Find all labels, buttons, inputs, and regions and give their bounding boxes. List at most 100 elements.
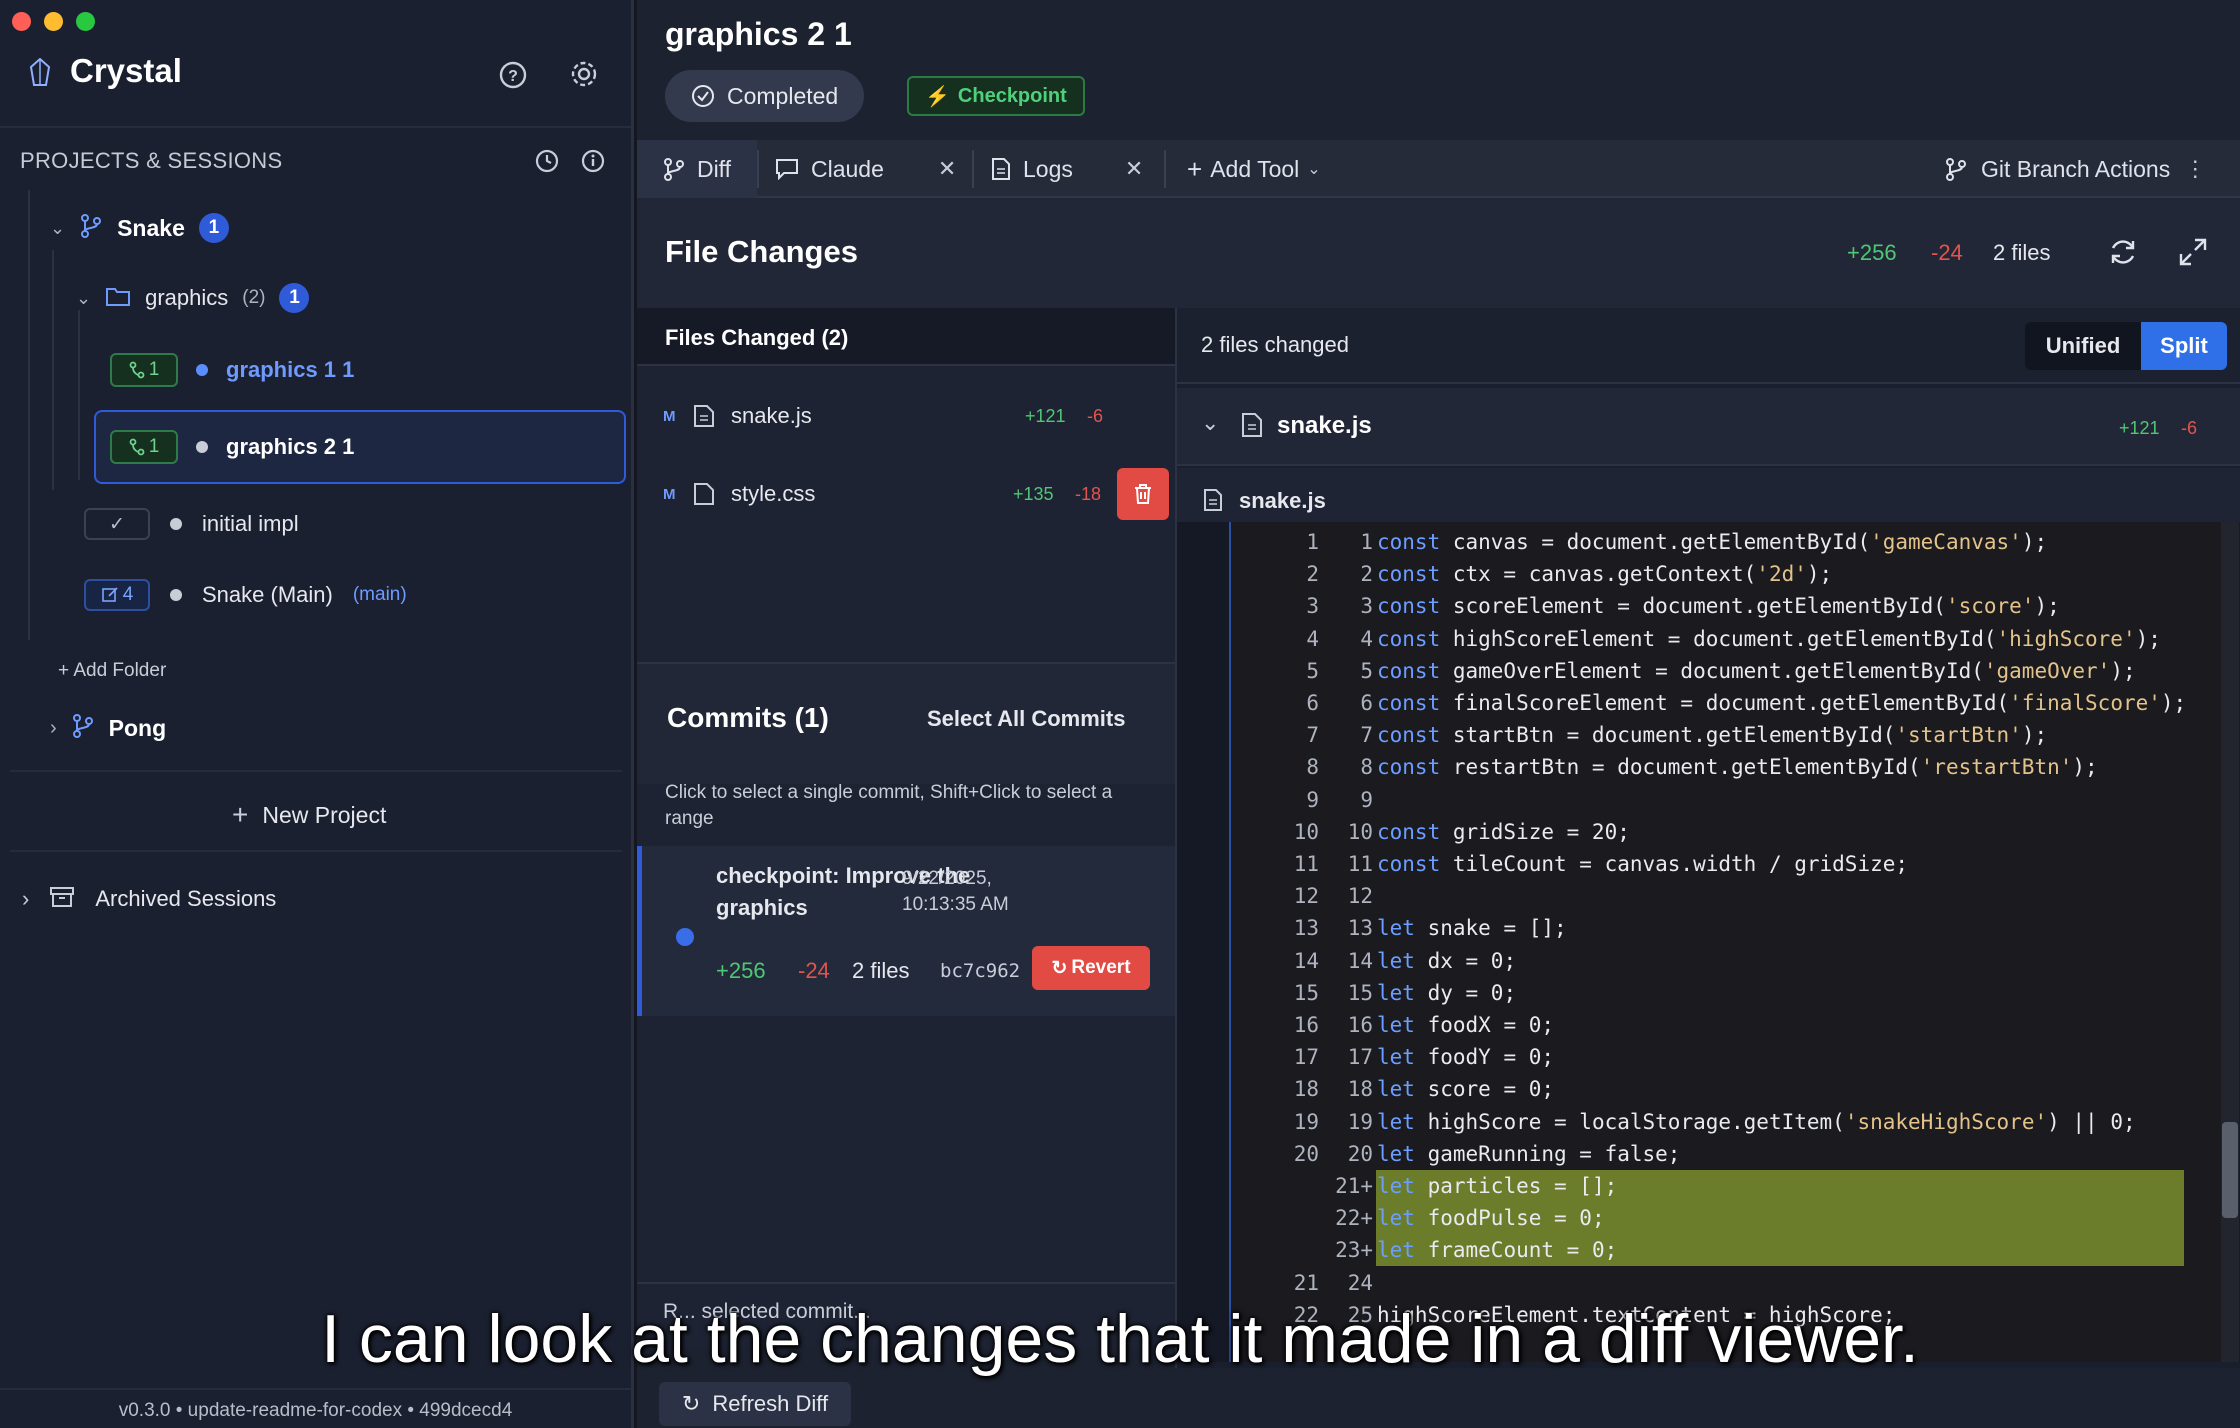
- session-initial-impl[interactable]: ✓ initial impl: [84, 506, 299, 542]
- more-vertical-icon[interactable]: ⋮: [2184, 156, 2206, 182]
- main-branch-label: (main): [352, 584, 407, 605]
- diff-file-additions: +121: [2119, 418, 2160, 438]
- git-branch-actions-button[interactable]: Git Branch Actions ⋮: [1945, 140, 2206, 198]
- refresh-icon: ↻: [681, 1391, 701, 1416]
- refresh-diff-label: Refresh Diff: [712, 1391, 829, 1416]
- diff-file-header[interactable]: ⌄ snake.js +121 -6: [1177, 388, 2240, 466]
- info-icon[interactable]: [578, 146, 608, 176]
- project-pong[interactable]: › Pong: [50, 710, 166, 746]
- crystal-logo-icon: [26, 56, 54, 90]
- session-graphics-2-1[interactable]: 1 graphics 2 1: [110, 429, 354, 465]
- add-tool-button[interactable]: + Add Tool ⌄: [1187, 140, 1321, 198]
- close-tab-icon[interactable]: ✕: [938, 156, 956, 182]
- session-status-dot: [196, 364, 208, 376]
- project-snake[interactable]: ⌄ Snake 1: [50, 210, 229, 246]
- commit-item[interactable]: checkpoint: Improve the graphics 9/22/20…: [637, 846, 1175, 1016]
- code-text: const scoreElement = document.getElement…: [1377, 594, 2060, 619]
- folder-name: graphics: [145, 285, 229, 310]
- tab-claude[interactable]: Claude ✕: [775, 140, 956, 198]
- diff-scrollbar[interactable]: [2221, 522, 2239, 1362]
- diff-line: 17 17 let foodY = 0;: [1177, 1041, 2240, 1073]
- version-footer: v0.3.0 • update-readme-for-codex • 499dc…: [118, 1400, 513, 1421]
- file-item-style-css[interactable]: M style.css +135 -18: [663, 468, 1169, 520]
- session-tag-number: 4: [122, 584, 134, 605]
- expand-icon[interactable]: [2177, 236, 2209, 273]
- select-all-commits-button[interactable]: Select All Commits: [927, 706, 1125, 732]
- revert-button[interactable]: ↻ Revert: [1032, 946, 1150, 990]
- project-name: Pong: [108, 714, 167, 741]
- folder-graphics[interactable]: ⌄ graphics (2) 1: [76, 280, 310, 316]
- new-line-number: 11: [1347, 852, 1373, 876]
- zoom-window-button[interactable]: [76, 12, 95, 31]
- diff-line: 18 18 let score = 0;: [1177, 1073, 2240, 1105]
- diff-scrollbar-thumb[interactable]: [2222, 1122, 2238, 1218]
- session-name: Snake (Main): [202, 582, 333, 607]
- modified-status: M: [663, 485, 676, 503]
- projects-sessions-heading: PROJECTS & SESSIONS: [20, 148, 283, 173]
- file-changes-header: File Changes +256 -24 2 files: [637, 198, 2240, 308]
- code-text: let dy = 0;: [1377, 980, 1517, 1005]
- new-line-number: 9: [1360, 787, 1373, 812]
- unified-mode-button[interactable]: Unified: [2025, 322, 2141, 370]
- git-branch-icon: [1946, 158, 1966, 181]
- code-text: let foodY = 0;: [1377, 1045, 1555, 1070]
- git-branch-icon: [71, 713, 95, 744]
- delete-file-button[interactable]: [1117, 468, 1169, 520]
- code-text: let foodX = 0;: [1377, 1013, 1555, 1037]
- session-count-badge: 1: [198, 213, 229, 243]
- tab-diff[interactable]: Diff: [637, 140, 757, 198]
- checkpoint-label: Checkpoint: [957, 84, 1067, 107]
- file-changes-title: File Changes: [665, 234, 858, 269]
- refresh-icon[interactable]: [2107, 236, 2139, 273]
- new-project-label: New Project: [262, 801, 387, 828]
- close-window-button[interactable]: [12, 12, 31, 31]
- close-tab-icon[interactable]: ✕: [1125, 156, 1143, 182]
- new-line-number: 21+: [1335, 1174, 1373, 1198]
- chevron-right-icon[interactable]: ›: [50, 717, 57, 740]
- session-graphics-1-1[interactable]: 1 graphics 1 1: [110, 352, 354, 388]
- archived-label: Archived Sessions: [95, 886, 277, 911]
- session-tag-number: 1: [148, 436, 160, 457]
- help-icon[interactable]: ?: [496, 58, 530, 92]
- new-line-number: 20: [1347, 1141, 1373, 1166]
- session-title: graphics 2 1: [665, 16, 852, 52]
- folder-icon: [105, 285, 131, 312]
- new-line-number: 23+: [1335, 1238, 1373, 1263]
- chevron-right-icon[interactable]: ›: [22, 886, 29, 912]
- tab-logs[interactable]: Logs ✕: [991, 140, 1143, 198]
- refresh-diff-button[interactable]: ↻ Refresh Diff: [659, 1382, 851, 1426]
- folder-count: (2): [242, 287, 266, 308]
- chevron-down-icon[interactable]: ⌄: [50, 218, 65, 239]
- history-clock-icon[interactable]: [532, 146, 562, 176]
- session-name: graphics 2 1: [226, 434, 355, 459]
- new-line-number: 16: [1347, 1013, 1373, 1037]
- diff-line: 19 19 let highScore = localStorage.getItem…: [1177, 1106, 2240, 1138]
- code-text: let gameRunning = false;: [1377, 1141, 1681, 1166]
- chevron-down-icon[interactable]: ⌄: [1201, 410, 1219, 436]
- file-name: style.css: [731, 481, 816, 506]
- session-branch-tag: 1: [110, 430, 178, 464]
- new-line-number: 1: [1360, 530, 1373, 554]
- session-snake-main[interactable]: 4 Snake (Main) (main): [84, 577, 407, 613]
- diff-line-added: 23+ let frameCount = 0;: [1177, 1234, 2240, 1267]
- diff-line: 21 24: [1177, 1267, 2240, 1299]
- minimize-window-button[interactable]: [44, 12, 63, 31]
- modified-status: M: [663, 407, 676, 425]
- code-text: let score = 0;: [1377, 1077, 1555, 1102]
- session-status-dot: [170, 518, 182, 530]
- split-mode-button[interactable]: Split: [2141, 322, 2227, 370]
- code-text: const gameOverElement = document.getElem…: [1377, 658, 2136, 683]
- code-text: const tileCount = canvas.width / gridSiz…: [1377, 852, 1909, 876]
- add-folder-button[interactable]: + Add Folder: [58, 656, 166, 686]
- new-line-number: 10: [1347, 819, 1373, 844]
- settings-gear-icon[interactable]: [566, 56, 602, 92]
- archived-sessions[interactable]: › Archived Sessions: [22, 882, 276, 916]
- chevron-down-icon[interactable]: ⌄: [76, 288, 91, 309]
- file-code-icon: [694, 405, 714, 427]
- new-line-number: 14: [1347, 948, 1373, 973]
- checkpoint-badge[interactable]: ⚡ Checkpoint: [907, 76, 1085, 116]
- new-project-button[interactable]: + New Project: [232, 798, 386, 832]
- file-item-snake-js[interactable]: M snake.js +121 -6: [663, 396, 1163, 436]
- diff-line: 10 10 const gridSize = 20;: [1177, 816, 2240, 848]
- commit-files: 2 files: [852, 958, 910, 983]
